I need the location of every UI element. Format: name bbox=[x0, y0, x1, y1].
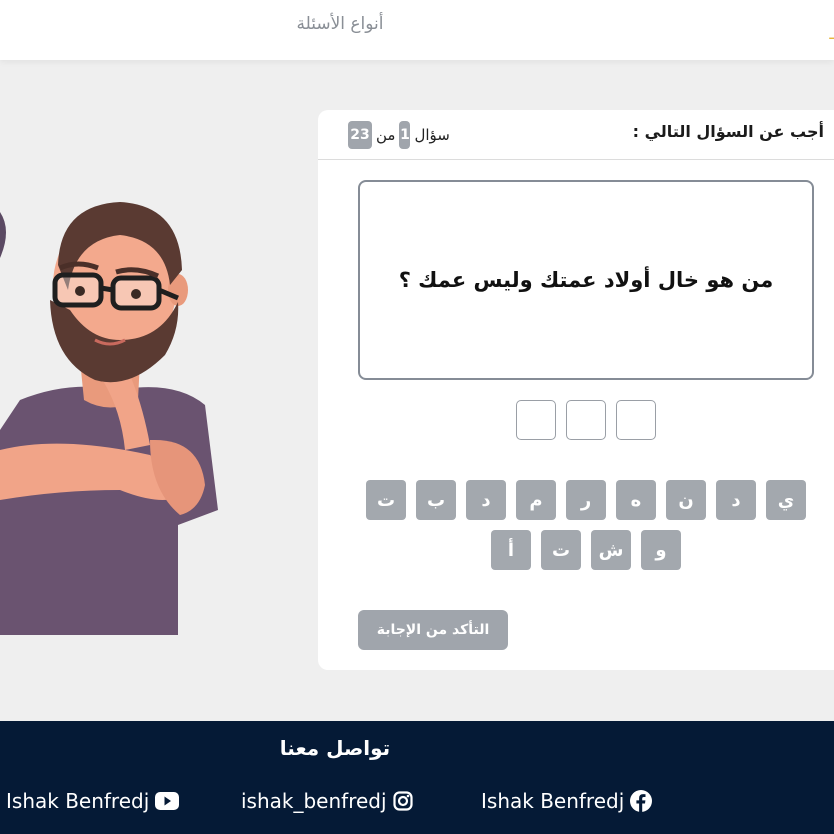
letter-key[interactable]: د bbox=[466, 480, 506, 520]
letter-key[interactable]: ت bbox=[541, 530, 581, 570]
instagram-icon bbox=[392, 791, 413, 811]
footer: تواصل معنا Ishak Benfredj ishak_benfredj… bbox=[0, 721, 834, 834]
quiz-card: أجب عن السؤال التالي : 23 من 1 سؤال من ه… bbox=[318, 110, 834, 670]
facebook-icon bbox=[630, 790, 653, 812]
quiz-card-header: أجب عن السؤال التالي : 23 من 1 سؤال bbox=[318, 110, 834, 160]
of-label: من bbox=[376, 126, 396, 144]
letter-key[interactable]: ن bbox=[666, 480, 706, 520]
letter-key[interactable]: ش bbox=[591, 530, 631, 570]
answer-slot[interactable] bbox=[516, 400, 556, 440]
question-prompt: أجب عن السؤال التالي : bbox=[632, 122, 824, 141]
question-text: من هو خال أولاد عمتك وليس عمك ؟ bbox=[398, 268, 774, 292]
letter-key[interactable]: م bbox=[516, 480, 556, 520]
thinking-man-illustration bbox=[0, 190, 230, 640]
letter-key[interactable]: ي bbox=[766, 480, 806, 520]
letter-key[interactable]: ت bbox=[366, 480, 406, 520]
letter-key[interactable]: د bbox=[716, 480, 756, 520]
current-question-badge: 1 bbox=[399, 121, 411, 149]
brand-logo-fragment[interactable]: ـ bbox=[829, 24, 834, 43]
total-questions-badge: 23 bbox=[348, 121, 372, 149]
question-box: من هو خال أولاد عمتك وليس عمك ؟ bbox=[358, 180, 814, 380]
top-navbar: أنواع الأسئلة ـ bbox=[0, 0, 834, 60]
letter-key[interactable]: أ bbox=[491, 530, 531, 570]
question-word-label: سؤال bbox=[414, 126, 450, 144]
check-answer-button[interactable]: التأكد من الإجابة bbox=[358, 610, 508, 650]
youtube-link[interactable]: Ishak Benfredj bbox=[6, 785, 180, 817]
letter-key[interactable]: ب bbox=[416, 480, 456, 520]
instagram-handle: ishak_benfredj bbox=[241, 789, 387, 813]
facebook-link[interactable]: Ishak Benfredj bbox=[481, 785, 653, 817]
letter-key[interactable]: و bbox=[641, 530, 681, 570]
facebook-handle: Ishak Benfredj bbox=[481, 789, 625, 813]
nav-link-question-types[interactable]: أنواع الأسئلة bbox=[270, 14, 410, 34]
letter-key[interactable]: ر bbox=[566, 480, 606, 520]
youtube-handle: Ishak Benfredj bbox=[6, 789, 150, 813]
instagram-link[interactable]: ishak_benfredj bbox=[241, 785, 413, 817]
question-counter: 23 من 1 سؤال bbox=[348, 120, 450, 150]
answer-slot[interactable] bbox=[566, 400, 606, 440]
answer-slots bbox=[516, 400, 658, 440]
youtube-icon bbox=[155, 792, 180, 810]
footer-title: تواصل معنا bbox=[279, 736, 391, 760]
answer-slot[interactable] bbox=[616, 400, 656, 440]
letter-key[interactable]: ه bbox=[616, 480, 656, 520]
